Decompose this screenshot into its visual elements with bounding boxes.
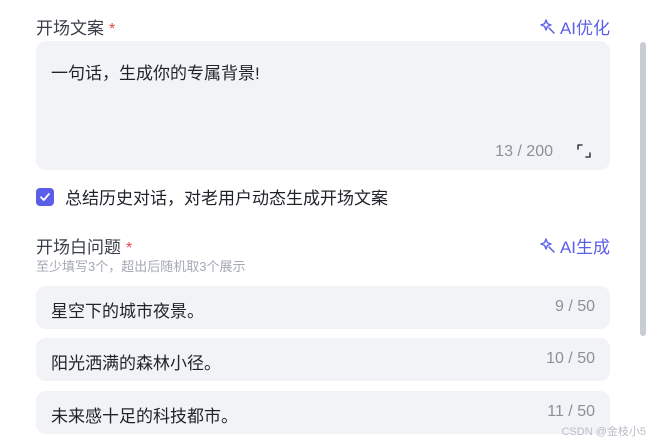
expand-icon[interactable] — [576, 143, 592, 159]
question-item[interactable]: 星空下的城市夜景。 9 / 50 — [36, 286, 610, 329]
check-icon — [40, 192, 50, 201]
sparkle-icon — [540, 18, 555, 34]
required-mark: * — [109, 21, 116, 38]
summary-checkbox[interactable] — [36, 187, 54, 206]
ai-optimize-button[interactable]: AI优化 — [540, 14, 610, 39]
question-item[interactable]: 未来感十足的科技都市。 11 / 50 — [36, 391, 610, 434]
summary-checkbox-label: 总结历史对话，对老用户动态生成开场文案 — [65, 189, 388, 208]
question-item[interactable]: 阳光洒满的森林小径。 10 / 50 — [36, 338, 610, 381]
questions-label-row: 开场白问题 * AI生成 — [36, 233, 610, 258]
ai-generate-label: AI生成 — [559, 238, 610, 257]
question-char-count: 11 / 50 — [547, 403, 595, 420]
question-text[interactable]: 未来感十足的科技都市。 — [51, 402, 238, 427]
opening-label: 开场文案 * — [36, 19, 116, 38]
opening-config-panel: 开场文案 * AI优化 一句话，生成你的专属背景! 13 / 200 总结历史对话… — [0, 0, 654, 445]
opening-text[interactable]: 一句话，生成你的专属背景! — [51, 59, 260, 84]
sparkle-icon — [540, 237, 555, 253]
question-text[interactable]: 阳光洒满的森林小径。 — [51, 349, 221, 374]
opening-textarea[interactable]: 一句话，生成你的专属背景! 13 / 200 — [36, 41, 610, 170]
questions-label: 开场白问题 * — [36, 238, 133, 257]
summary-option[interactable]: 总结历史对话，对老用户动态生成开场文案 — [36, 184, 388, 209]
scrollbar[interactable] — [640, 42, 646, 336]
questions-hint: 至少填写3个，超出后随机取3个展示 — [36, 259, 246, 274]
required-mark: * — [126, 240, 133, 257]
question-char-count: 10 / 50 — [546, 350, 595, 367]
ai-generate-button[interactable]: AI生成 — [540, 233, 610, 258]
opening-char-count: 13 / 200 — [495, 143, 553, 160]
question-char-count: 9 / 50 — [554, 298, 595, 315]
question-text[interactable]: 星空下的城市夜景。 — [51, 297, 204, 322]
ai-optimize-label: AI优化 — [559, 19, 610, 38]
opening-label-row: 开场文案 * AI优化 — [36, 14, 610, 39]
watermark: CSDN @金枝小5 — [561, 426, 646, 438]
